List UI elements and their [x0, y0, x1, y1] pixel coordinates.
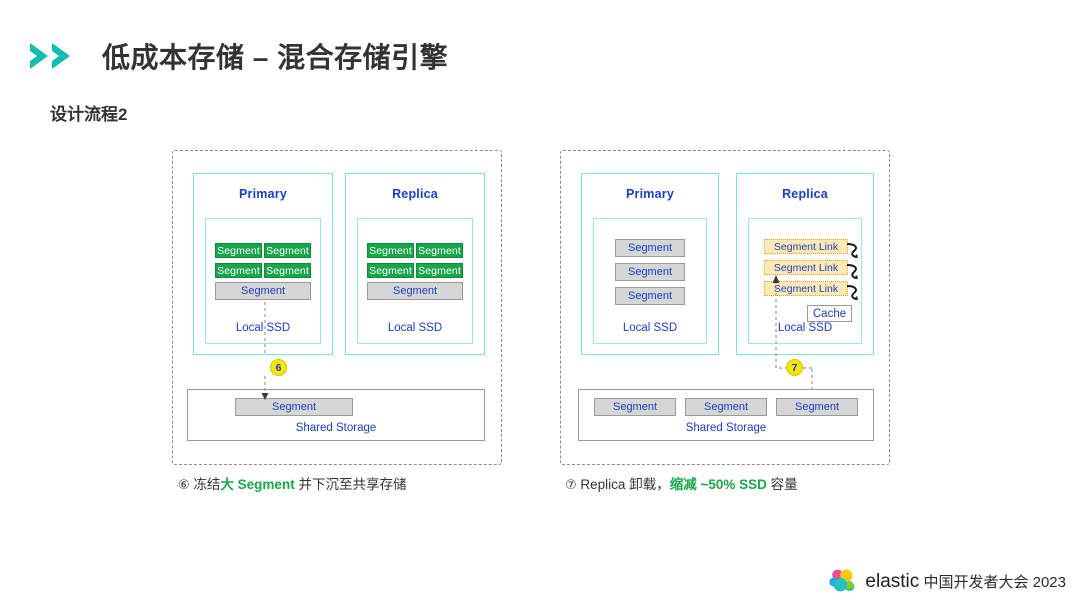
brand-name: elastic [865, 571, 920, 592]
segment-block: Segment [615, 239, 685, 257]
segment-block-stored: Segment [685, 398, 767, 416]
segment-row: Segment [367, 282, 463, 300]
node-title: Primary [626, 187, 674, 201]
segment-row: Segment [615, 239, 685, 257]
segment-link-row: Segment Link [764, 260, 858, 279]
cache-box: Cache [807, 305, 852, 322]
conference-name: 中国开发者大会 2023 [923, 574, 1066, 591]
link-arrow-icon [846, 264, 858, 279]
link-arrow-icon [846, 285, 858, 300]
page-title: 低成本存储 – 混合存储引擎 [102, 42, 449, 73]
segment-block-frozen: Segment [215, 282, 311, 300]
segment-block-frozen: Segment [367, 282, 463, 300]
section-subtitle: 设计流程2 [50, 105, 128, 124]
local-ssd-box: Segment Segment Segment Segment Segment … [357, 218, 473, 344]
step-marker-7: 7 [786, 359, 803, 376]
caption-right: ⑦ Replica 卸载，缩减 ~50% SSD 容量 [565, 473, 798, 493]
connector-arrows [261, 275, 813, 400]
segment-block-stored: Segment [235, 398, 353, 416]
node-title: Primary [239, 187, 287, 201]
link-arrow-icon [846, 243, 858, 258]
node-panel-primary: Primary Segment Segment Segment Segment … [193, 173, 333, 355]
segment-row: Segment Segment [215, 263, 311, 278]
shared-storage-label: Shared Storage [295, 422, 377, 434]
segment-row: Segment [215, 282, 311, 300]
caption-post: 容量 [770, 477, 798, 492]
caption-number: ⑦ [565, 477, 577, 492]
segment-block: Segment [416, 263, 463, 278]
segment-block: Segment [215, 263, 262, 278]
segment-row: Segment Segment [367, 243, 463, 258]
segment-block: Segment [416, 243, 463, 258]
node-panel-replica: Replica Segment Link Segment Link Segmen… [736, 173, 874, 355]
segment-block: Segment [215, 243, 262, 258]
diagram-area: Primary Segment Segment Segment Segment … [0, 150, 1080, 500]
caption-post: 并下沉至共享存储 [298, 477, 407, 492]
segment-block: Segment [367, 243, 414, 258]
local-ssd-box: Segment Link Segment Link Segment Link C… [748, 218, 862, 344]
segment-link-block: Segment Link [764, 281, 858, 300]
caption-pre: 冻结 [193, 477, 221, 492]
segment-link-block: Segment Link [764, 239, 858, 258]
footer-text: elastic 中国开发者大会 2023 [865, 571, 1066, 593]
segment-link-label: Segment Link [773, 283, 839, 295]
caption-highlight: 大 Segment [220, 477, 295, 492]
elastic-logo-icon [828, 568, 856, 596]
segment-link-label: Segment Link [773, 241, 839, 253]
caption-pre: Replica 卸载， [580, 477, 670, 492]
segment-row: Segment Segment [367, 263, 463, 278]
shared-storage-box: Segment Shared Storage [187, 389, 485, 441]
segment-block: Segment [264, 243, 311, 258]
segment-row: Segment [615, 263, 685, 281]
caption-left: ⑥ 冻结大 Segment 并下沉至共享存储 [178, 473, 406, 493]
segment-row: Segment [615, 287, 685, 305]
diagram-group-left: Primary Segment Segment Segment Segment … [172, 150, 502, 465]
segment-block-stored: Segment [594, 398, 676, 416]
local-ssd-label: Local SSD [387, 322, 443, 334]
segment-block: Segment [264, 263, 311, 278]
slide-header: 低成本存储 – 混合存储引擎 [28, 36, 448, 76]
shared-storage-label: Shared Storage [685, 422, 767, 434]
segment-link-row: Segment Link [764, 281, 858, 300]
caption-number: ⑥ [178, 477, 190, 492]
shared-storage-box: Segment Segment Segment Shared Storage [578, 389, 874, 441]
segment-row: Segment Segment [215, 243, 311, 258]
local-ssd-label: Local SSD [235, 322, 291, 334]
node-panel-replica: Replica Segment Segment Segment Segment … [345, 173, 485, 355]
segment-link-block: Segment Link [764, 260, 858, 279]
segment-block: Segment [367, 263, 414, 278]
segment-block: Segment [615, 263, 685, 281]
segment-link-row: Segment Link [764, 239, 858, 258]
segment-block: Segment [615, 287, 685, 305]
segment-block-stored: Segment [776, 398, 858, 416]
node-title: Replica [782, 187, 828, 201]
diagram-group-right: Primary Segment Segment Segment Local SS… [560, 150, 890, 465]
caption-highlight: 缩减 ~50% SSD [669, 477, 767, 492]
step-marker-6: 6 [270, 359, 287, 376]
double-chevron-right-icon [28, 40, 80, 72]
node-panel-primary: Primary Segment Segment Segment Local SS… [581, 173, 719, 355]
local-ssd-label: Local SSD [622, 322, 678, 334]
footer: elastic 中国开发者大会 2023 [828, 568, 1066, 596]
local-ssd-label: Local SSD [777, 322, 833, 334]
local-ssd-box: Segment Segment Segment Segment Segment … [205, 218, 321, 344]
local-ssd-box: Segment Segment Segment Local SSD [593, 218, 707, 344]
segment-link-label: Segment Link [773, 262, 839, 274]
node-title: Replica [392, 187, 438, 201]
